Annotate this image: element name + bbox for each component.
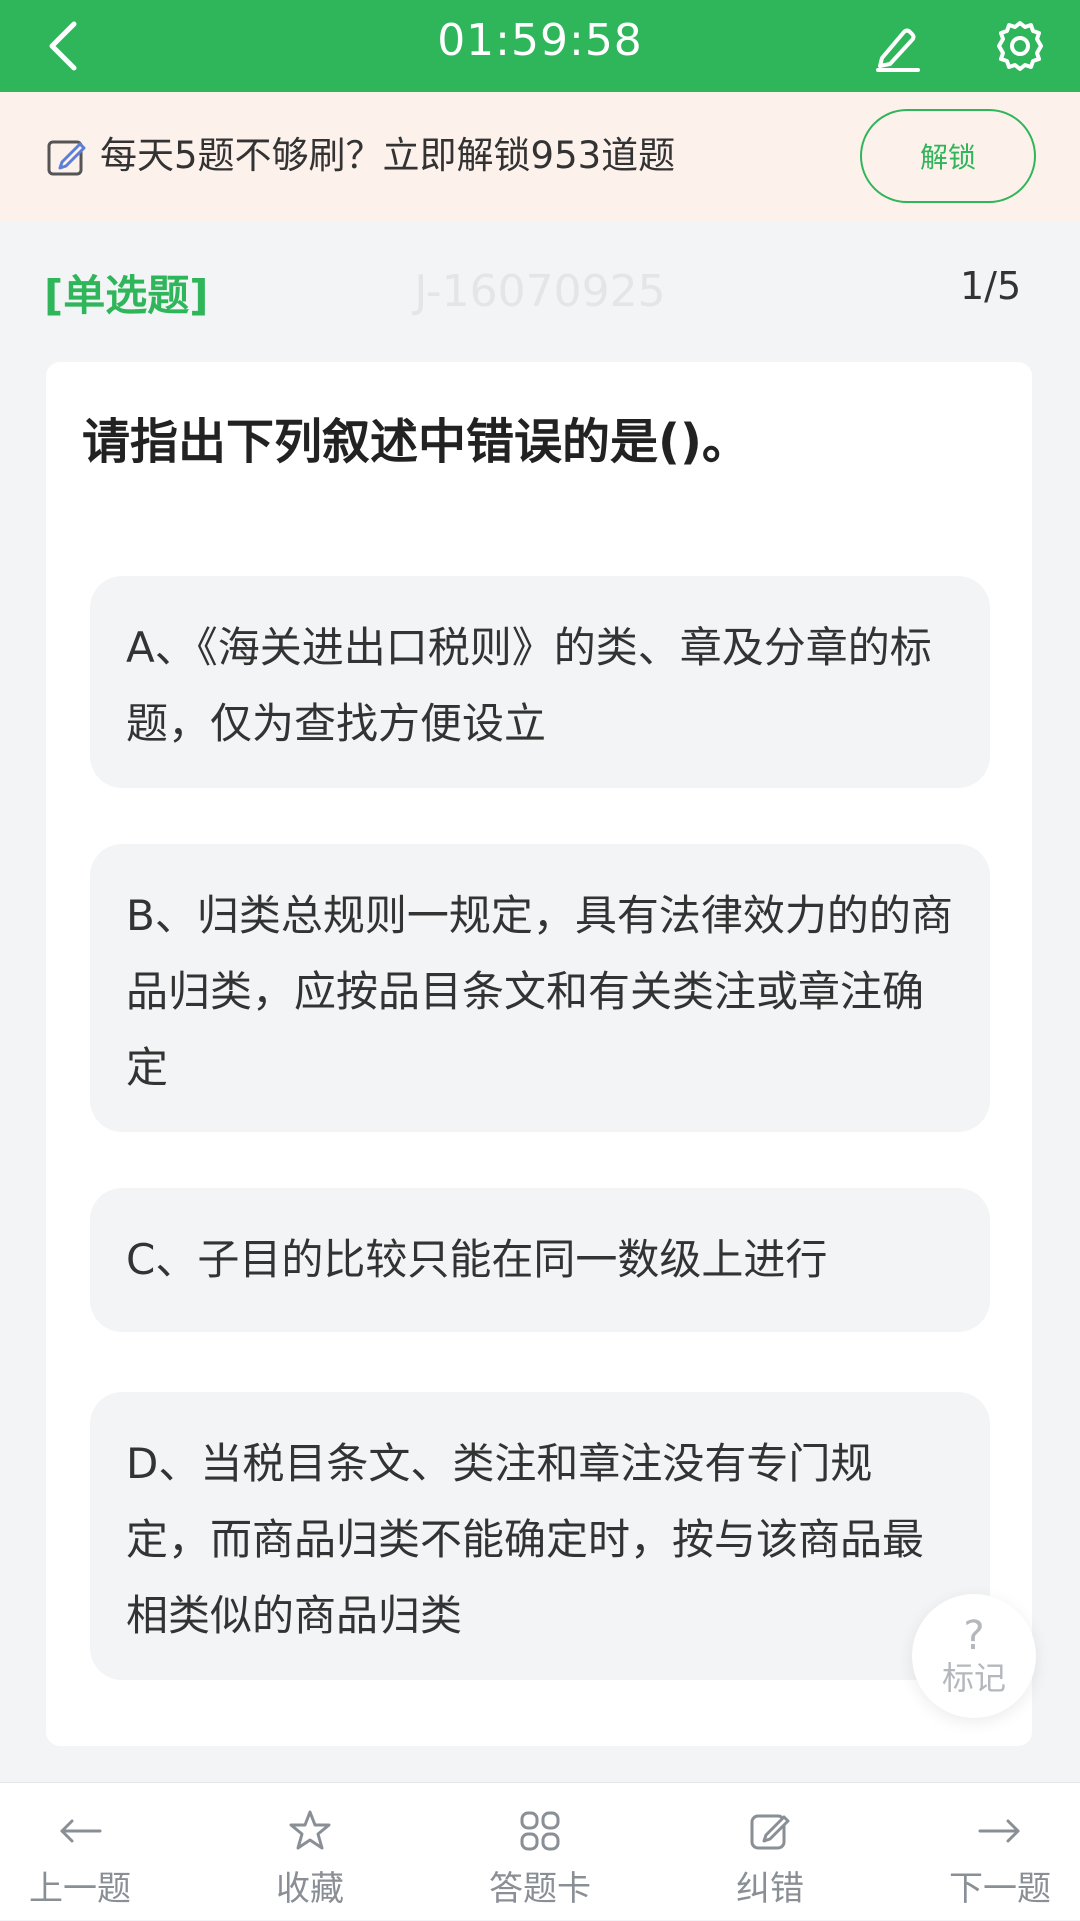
edit-icon — [47, 140, 86, 176]
answer-sheet-label: 答题卡 — [489, 1869, 591, 1909]
arrow-left-icon — [60, 1819, 102, 1843]
next-question-button[interactable]: 下一题 — [920, 1783, 1080, 1921]
star-icon — [289, 1810, 331, 1850]
option-c[interactable]: C、子目的比较只能在同一数级上进行 — [90, 1188, 990, 1332]
question-counter: 1/5 — [960, 264, 1022, 308]
gear-icon — [997, 21, 1043, 71]
arrow-right-icon — [978, 1819, 1020, 1843]
question-card: 请指出下列叙述中错误的是()。 A、《海关进出口税则》的类、章及分章的标题，仅为… — [46, 362, 1032, 1746]
promo-banner: 每天5题不够刷？立即解锁953道题 解锁 — [0, 92, 1080, 222]
question-id-watermark: J-16070925 — [414, 266, 666, 317]
mark-label: 标记 — [941, 1659, 1006, 1697]
bottom-toolbar: 上一题 收藏 答题卡 纠错 下一题 — [0, 1782, 1080, 1920]
report-error-label: 纠错 — [736, 1869, 804, 1909]
promo-text: 每天5题不够刷？立即解锁953道题 — [100, 134, 676, 177]
mark-button[interactable]: ? 标记 — [912, 1594, 1036, 1718]
pencil-icon — [876, 28, 920, 72]
top-bar: 01:59:58 — [0, 0, 1080, 92]
favorite-button[interactable]: 收藏 — [230, 1783, 390, 1921]
option-b[interactable]: B、归类总规则一规定，具有法律效力的的商品归类，应按品目条文和有关类注或章注确定 — [90, 844, 990, 1132]
option-d[interactable]: D、当税目条文、类注和章注没有专门规定，而商品归类不能确定时，按与该商品最相类似… — [90, 1392, 990, 1680]
settings-button[interactable] — [992, 18, 1048, 74]
answer-sheet-button[interactable]: 答题卡 — [460, 1783, 620, 1921]
unlock-button[interactable]: 解锁 — [860, 109, 1036, 203]
question-title: 请指出下列叙述中错误的是()。 — [82, 414, 750, 470]
report-error-button[interactable]: 纠错 — [690, 1783, 850, 1921]
edit-icon — [750, 1814, 790, 1850]
prev-question-button[interactable]: 上一题 — [0, 1783, 160, 1921]
next-question-label: 下一题 — [949, 1869, 1051, 1909]
prev-question-label: 上一题 — [29, 1869, 131, 1909]
option-a[interactable]: A、《海关进出口税则》的类、章及分章的标题，仅为查找方便设立 — [90, 576, 990, 788]
question-mark-icon: ? — [963, 1613, 985, 1659]
edit-note-button[interactable] — [870, 18, 926, 74]
favorite-label: 收藏 — [276, 1869, 344, 1909]
grid-icon — [520, 1811, 560, 1851]
